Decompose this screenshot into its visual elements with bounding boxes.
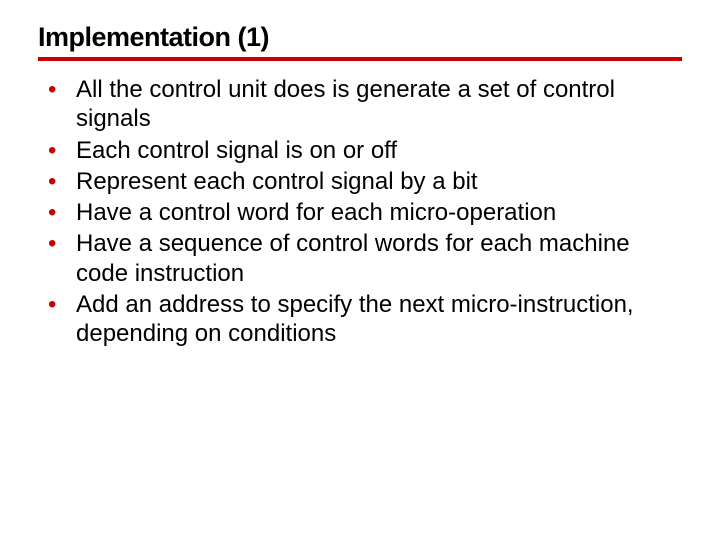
list-item: Have a control word for each micro-opera… [48,198,682,227]
list-item: Add an address to specify the next micro… [48,290,682,349]
bullet-list: All the control unit does is generate a … [38,75,682,348]
list-item: All the control unit does is generate a … [48,75,682,134]
list-item: Have a sequence of control words for eac… [48,229,682,288]
list-item: Represent each control signal by a bit [48,167,682,196]
list-item: Each control signal is on or off [48,136,682,165]
slide: Implementation (1) All the control unit … [0,0,720,348]
slide-title: Implementation (1) [38,22,682,61]
